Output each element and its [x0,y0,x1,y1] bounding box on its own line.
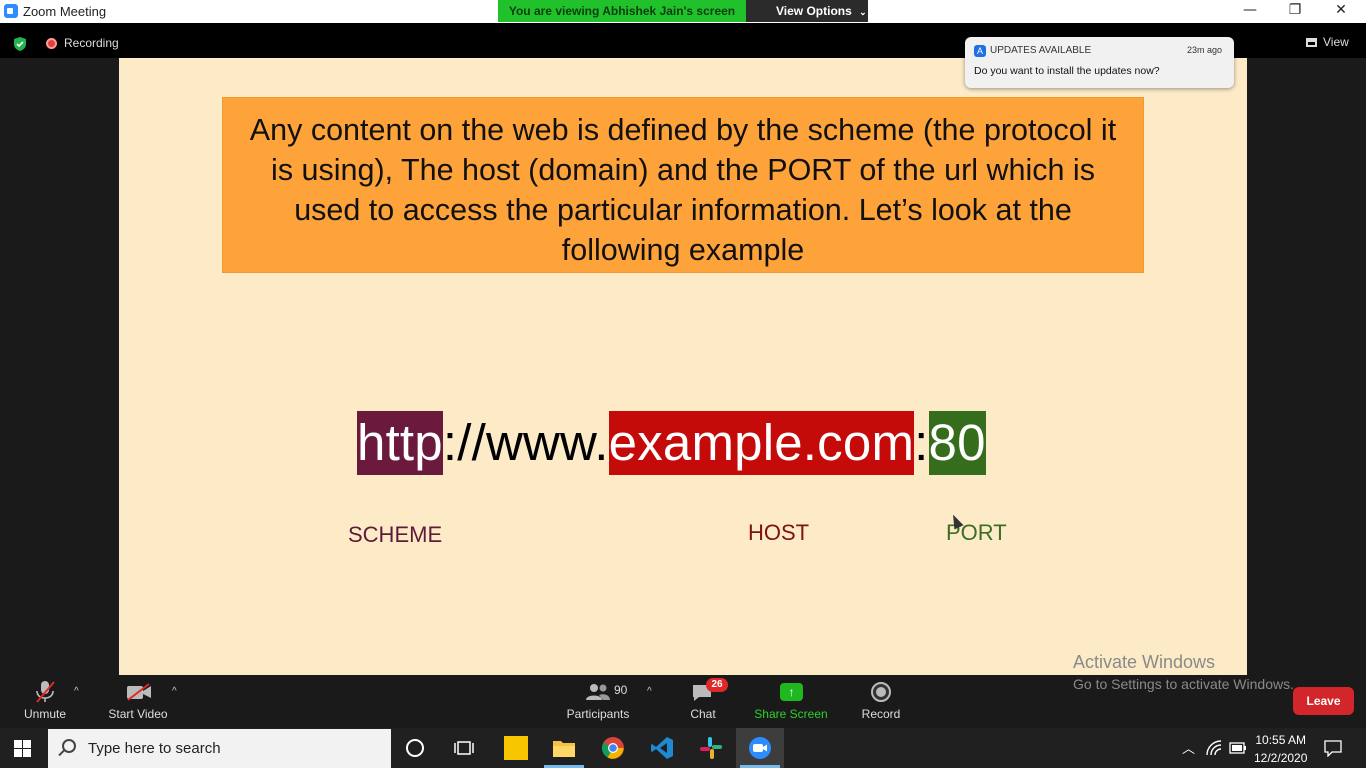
chat-button[interactable]: Chat [680,707,726,727]
participants-count: 90 [614,683,628,697]
host-label: HOST [748,520,810,545]
scheme-label: SCHEME [348,522,443,547]
minimize-button[interactable]: — [1227,0,1273,23]
activate-windows-watermark: Activate Windows Go to Settings to activ… [1073,652,1294,692]
record-icon[interactable] [871,682,891,702]
clock-time: 10:55 AM [1255,733,1307,747]
notification-time: 23m ago [1186,45,1222,55]
show-hidden-icons-icon[interactable]: ︿ [1182,738,1195,757]
url-colon: : [914,414,929,471]
window-title: Zoom Meeting [23,4,107,19]
sticky-notes-icon[interactable] [504,736,528,760]
right-margin [1247,58,1366,675]
participants-button[interactable]: Participants [562,707,634,727]
taskbar-clock[interactable]: 10:55 AM 12/2/2020 [1254,731,1307,767]
video-options-caret-icon[interactable]: ^ [172,686,177,697]
vscode-icon[interactable] [650,736,674,760]
leave-button[interactable]: Leave [1293,687,1354,715]
view-label: View [1323,35,1349,49]
share-screen-button[interactable]: Share Screen [752,707,830,727]
task-view-icon[interactable] [454,739,474,757]
shared-slide: Any content on the web is defined by the… [119,58,1247,675]
zoom-icon[interactable] [748,736,772,760]
zoom-meeting-screen: Zoom Meeting — ❐ ✕ You are viewing Abhis… [0,0,1366,768]
view-grid-icon [1306,38,1317,47]
url-middle: ://www. [442,414,609,471]
windows-start-icon[interactable] [14,740,32,758]
definition-box: Any content on the web is defined by the… [222,97,1144,273]
start-video-label: Start Video [108,707,168,721]
start-video-button[interactable]: Start Video [102,707,174,727]
chat-label: Chat [690,707,716,721]
left-margin [0,58,119,675]
app-store-icon: A [974,45,986,57]
example-url: http://www.example.com:80 [357,411,986,475]
zoom-app-icon [4,4,18,18]
update-notification[interactable]: A UPDATES AVAILABLE 23m ago Do you want … [965,37,1234,88]
url-host: example.com [608,411,915,475]
participants-label: Participants [566,707,630,721]
chat-unread-badge: 26 [706,678,728,692]
record-button[interactable]: Record [856,707,906,727]
close-button[interactable]: ✕ [1318,0,1364,23]
chrome-icon[interactable] [601,736,625,760]
battery-icon[interactable] [1229,742,1247,754]
audio-options-caret-icon[interactable]: ^ [74,686,79,697]
chevron-down-icon: ⌄ [859,7,867,17]
search-placeholder: Type here to search [88,740,221,757]
url-port: 80 [928,411,986,475]
url-scheme: http [357,411,443,475]
clock-date: 12/2/2020 [1254,751,1308,765]
participants-options-caret-icon[interactable]: ^ [647,686,652,697]
share-screen-label: Share Screen [754,707,828,721]
unmute-label: Unmute [23,707,67,721]
action-center-icon[interactable] [1324,739,1342,757]
recording-label: Recording [64,36,119,50]
view-button[interactable]: View [1306,35,1349,49]
view-options-button[interactable]: View Options ⌄ [746,0,868,22]
unmute-button[interactable]: Unmute [14,707,76,727]
notification-header: UPDATES AVAILABLE [990,45,1092,56]
network-icon[interactable] [1206,740,1222,756]
activate-windows-title: Activate Windows [1073,652,1216,672]
record-label: Record [861,707,901,721]
participants-icon[interactable] [585,683,611,701]
muted-mic-icon[interactable] [34,680,56,704]
definition-text: Any content on the web is defined by the… [249,113,1117,267]
file-explorer-icon[interactable] [552,736,576,760]
share-screen-arrow-icon[interactable]: ↑ [780,683,803,701]
search-icon [62,739,76,753]
cortana-icon[interactable] [406,739,424,757]
taskbar-search[interactable]: Type here to search [48,729,391,768]
encryption-shield-icon[interactable] [12,36,28,52]
activate-windows-hint: Go to Settings to activate Windows. [1073,676,1294,692]
recording-dot-icon [46,38,57,49]
view-options-label: View Options [776,4,852,18]
restore-button[interactable]: ❐ [1272,0,1318,23]
notification-body: Do you want to install the updates now? [974,65,1160,77]
stopped-video-icon[interactable] [126,683,152,701]
slack-icon[interactable] [699,736,723,760]
viewing-banner: You are viewing Abhishek Jain's screen [498,0,746,22]
